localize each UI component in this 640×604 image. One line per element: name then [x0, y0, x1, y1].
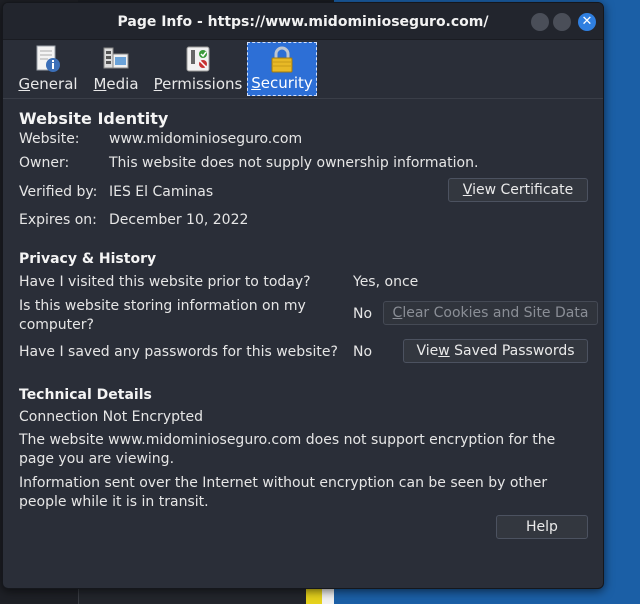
tab-permissions[interactable]: Permissions: [153, 42, 243, 96]
section-heading-identity: Website Identity: [19, 109, 169, 128]
tab-media[interactable]: Media: [91, 42, 141, 96]
media-icon: [103, 47, 129, 69]
view-certificate-button[interactable]: View Certificate: [448, 178, 588, 202]
privacy-question-passwords: Have I saved any passwords for this webs…: [19, 344, 338, 360]
tab-general[interactable]: General: [17, 42, 79, 96]
tab-toolbar: General Media Permissions Security: [3, 40, 603, 99]
privacy-question-visited: Have I visited this website prior to tod…: [19, 274, 311, 290]
tab-label: Permissions: [153, 75, 243, 93]
connection-status: Connection Not Encrypted: [19, 409, 203, 425]
expires-label: Expires on:: [19, 212, 97, 228]
technical-warning: Information sent over the Internet witho…: [19, 475, 548, 510]
section-heading-privacy: Privacy & History: [19, 251, 157, 267]
tab-label: Media: [93, 75, 139, 93]
close-button[interactable]: ✕: [578, 13, 596, 31]
section-heading-technical: Technical Details: [19, 387, 152, 403]
page-info-dialog: Page Info - https://www.midominioseguro.…: [2, 2, 604, 589]
page-info-icon: [36, 45, 60, 72]
tab-security[interactable]: Security: [247, 42, 317, 96]
tab-label: General: [18, 75, 78, 93]
technical-description: The website www.midominioseguro.com does…: [19, 432, 556, 467]
expires-value: December 10, 2022: [109, 212, 249, 228]
window-title: Page Info - https://www.midominioseguro.…: [117, 14, 489, 30]
privacy-answer-storing: No: [353, 306, 373, 322]
privacy-question-storing: Is this website storing information on m…: [19, 298, 306, 333]
close-icon: ✕: [581, 14, 593, 29]
privacy-answer-visited: Yes, once: [353, 274, 419, 290]
owner-label: Owner:: [19, 155, 70, 171]
verified-label: Verified by:: [19, 184, 98, 200]
lock-icon: [271, 46, 293, 73]
privacy-answer-passwords: No: [353, 344, 373, 360]
title-bar[interactable]: Page Info - https://www.midominioseguro.…: [3, 3, 603, 40]
clear-cookies-button[interactable]: Clear Cookies and Site Data: [383, 301, 598, 325]
verified-value: IES El Caminas: [109, 184, 214, 200]
view-saved-passwords-button[interactable]: View Saved Passwords: [403, 339, 588, 363]
minimize-button[interactable]: [531, 13, 549, 31]
website-value: www.midominioseguro.com: [109, 131, 303, 147]
tab-label: Security: [251, 74, 313, 92]
permissions-icon: [186, 46, 210, 72]
website-label: Website:: [19, 131, 80, 147]
help-button[interactable]: Help: [496, 515, 588, 539]
owner-value: This website does not supply ownership i…: [109, 155, 479, 171]
maximize-button[interactable]: [553, 13, 571, 31]
